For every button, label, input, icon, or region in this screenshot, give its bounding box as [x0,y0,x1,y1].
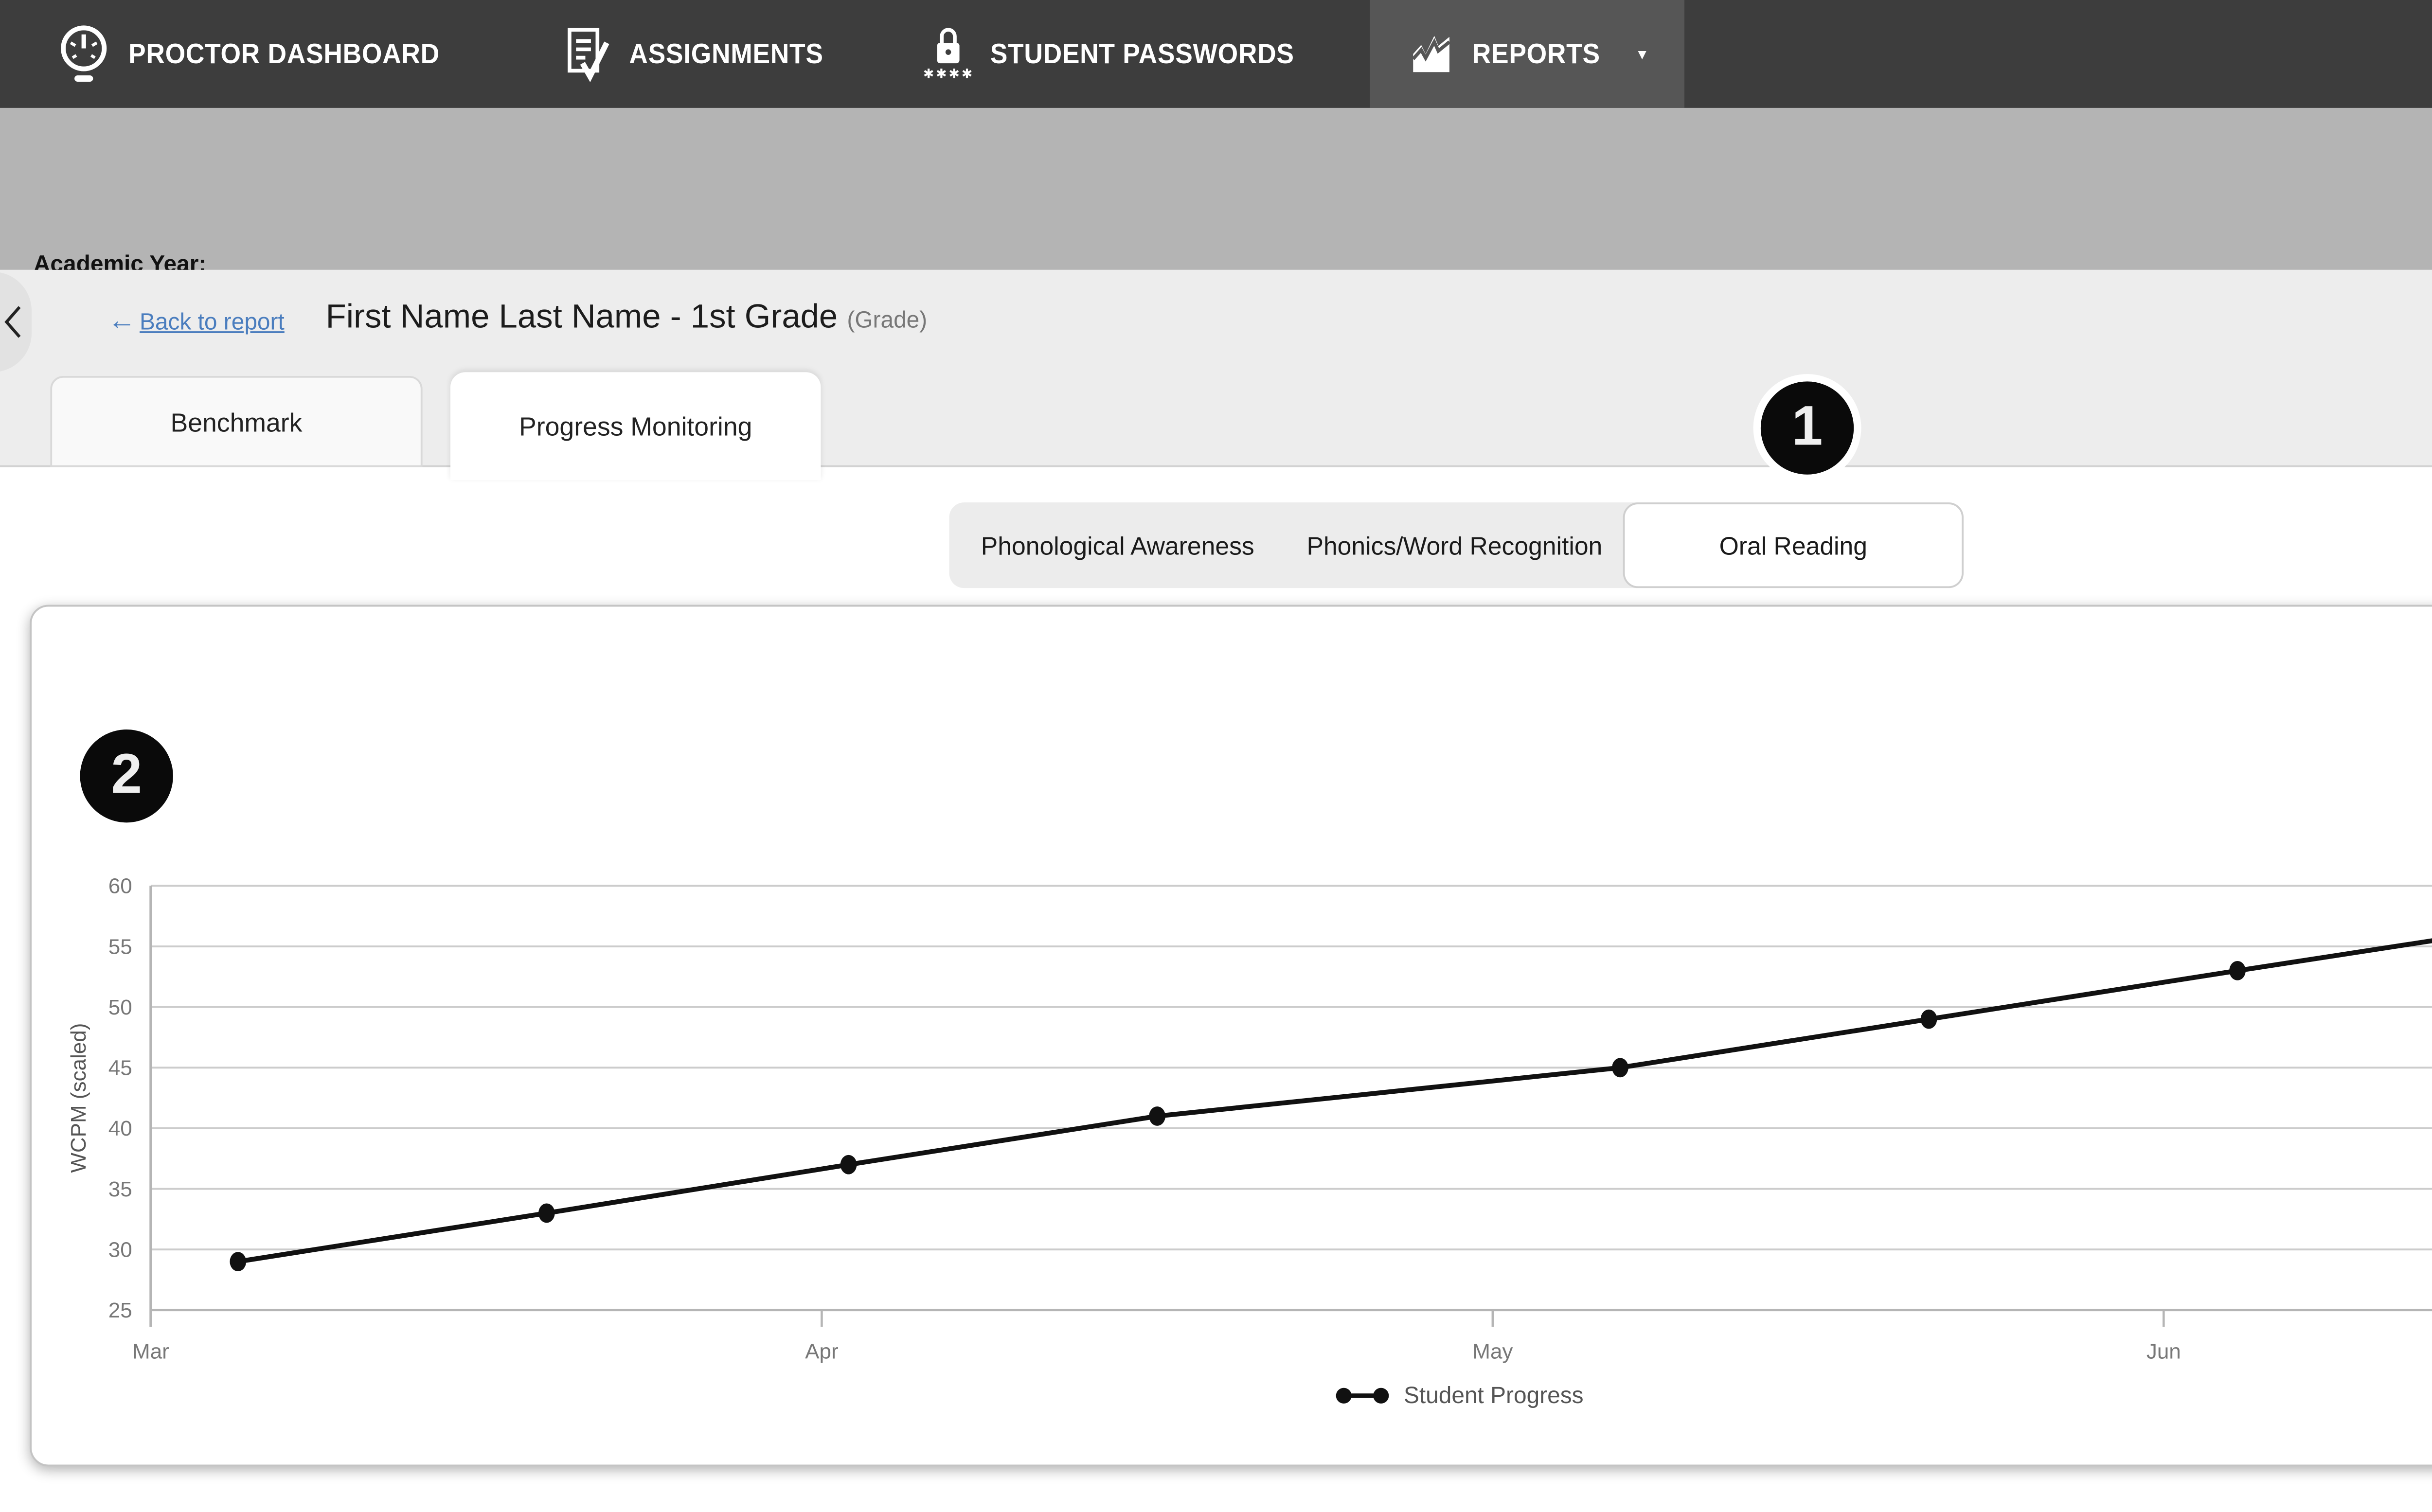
svg-text:May: May [1472,1339,1513,1363]
chevron-left-icon [4,305,22,339]
nav-label: STUDENT PASSWORDS [991,38,1295,70]
lock-icon: ✱✱✱✱ [923,26,974,82]
gauge-icon [56,24,112,84]
nav-reports[interactable]: REPORTS ▾ [1370,0,1684,108]
nav-label: REPORTS [1472,38,1600,70]
tab-benchmark[interactable]: Benchmark [50,376,422,467]
subtab-label: Oral Reading [1719,531,1867,559]
nav-student-passwords[interactable]: ✱✱✱✱ STUDENT PASSWORDS [886,0,1355,108]
subtab-label: Phonics/Word Recognition [1307,531,1603,559]
chevron-down-icon: ▾ [1638,44,1646,64]
nav-proctor-dashboard[interactable]: PROCTOR DASHBOARD [0,0,501,108]
subtab-oral-reading[interactable]: Oral Reading [1623,502,1964,588]
svg-text:40: 40 [108,1117,132,1140]
subtab-label: Phonological Awareness [981,531,1254,559]
subtab-phonological-awareness[interactable]: Phonological Awareness [949,502,1287,588]
measure-subtabs: Phonological Awareness Phonics/Word Reco… [949,502,1964,588]
tab-label: Progress Monitoring [519,411,752,441]
chart-legend: Student Progress [30,1383,2432,1409]
student-name-grade: First Name Last Name - 1st Grade [326,298,838,335]
svg-text:60: 60 [108,874,132,898]
back-arrow-icon: ← [108,307,136,335]
svg-text:35: 35 [108,1177,132,1201]
toolbar: Academic Year: 2024-2025 Print [0,108,2432,270]
progress-chart: 2530354045505560MarAprMayJunJul [30,865,2432,1386]
svg-text:Jun: Jun [2146,1339,2181,1363]
legend-line-marker [1335,1385,1391,1407]
annotation-badge-1: 1 [1753,374,1861,482]
nav-label: PROCTOR DASHBOARD [128,38,440,70]
legend-label: Student Progress [1404,1383,1584,1409]
svg-text:45: 45 [108,1056,132,1080]
tab-label: Benchmark [170,407,302,436]
back-to-report-link[interactable]: ← Back to report [108,307,285,335]
app-window: PROCTOR DASHBOARD ASSIGNMENTS [0,0,2432,1511]
badge-number: 2 [111,745,142,808]
tab-progress-monitoring[interactable]: Progress Monitoring [450,372,821,480]
svg-text:50: 50 [108,996,132,1019]
subtab-phonics-word-recognition[interactable]: Phonics/Word Recognition [1286,502,1623,588]
svg-text:55: 55 [108,935,132,959]
badge-number: 1 [1792,396,1823,460]
nav-label: ASSIGNMENTS [629,38,823,70]
annotation-badge-2: 2 [72,722,180,830]
svg-text:30: 30 [108,1238,132,1262]
grade-suffix: (Grade) [847,307,927,333]
page-title: First Name Last Name - 1st Grade (Grade) [326,298,928,337]
checklist-icon [564,26,612,82]
back-link-label: Back to report [140,308,285,334]
svg-text:Mar: Mar [132,1339,169,1363]
area-chart-icon [1407,30,1455,78]
password-stars: ✱✱✱✱ [923,69,974,82]
nav-assignments[interactable]: ASSIGNMENTS [526,0,875,108]
svg-text:Apr: Apr [805,1339,838,1363]
top-nav: PROCTOR DASHBOARD ASSIGNMENTS [0,0,2432,108]
svg-text:25: 25 [108,1299,132,1322]
